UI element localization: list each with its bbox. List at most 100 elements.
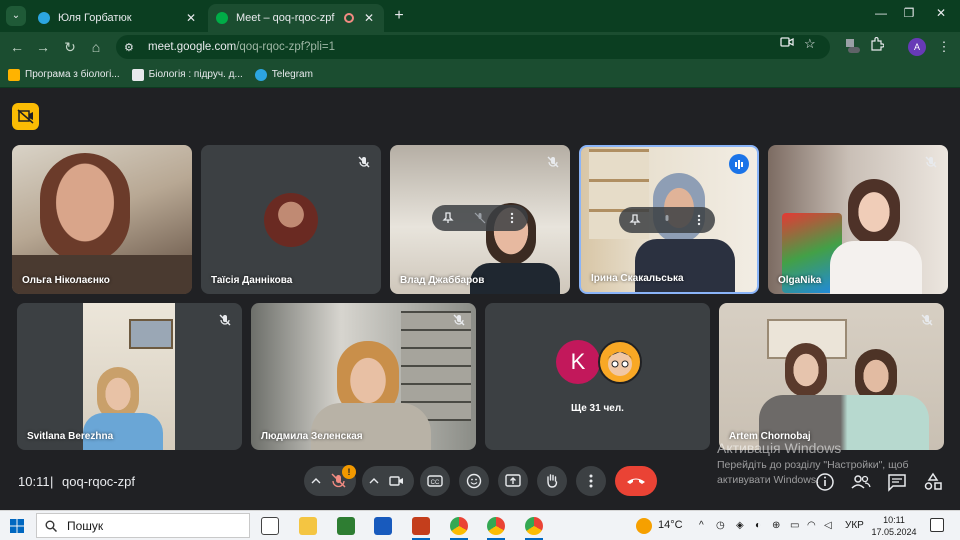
participant-tile[interactable]: Таїсія Даннікова (201, 145, 381, 294)
tray-app-icon[interactable]: ⊕ (772, 520, 780, 531)
bookmark-item[interactable]: Програма з біологі... (8, 68, 120, 81)
language-indicator[interactable]: УКР (845, 520, 864, 531)
svg-text:CC: CC (431, 480, 440, 486)
participant-tile[interactable]: OlgaNika (768, 145, 948, 294)
tray-app-icon[interactable]: ◐ (755, 520, 761, 531)
tab-search-button[interactable]: ⌄ (6, 6, 26, 26)
address-bar[interactable]: ⚙ meet.google.com/qoq-rqoc-zpf?pli=1 (116, 35, 830, 59)
page-icon (131, 68, 144, 81)
more-options-icon[interactable] (506, 212, 518, 224)
tab-meet[interactable]: Meet – qoq-rqoc-zpf ✕ (208, 4, 384, 32)
participant-name: OlgaNika (778, 275, 822, 286)
bookmark-label: Програма з біологі... (25, 69, 120, 80)
clock-date: 17.05.2024 (871, 527, 917, 537)
back-button[interactable]: ← (7, 37, 27, 57)
windows-start-icon[interactable] (10, 519, 24, 533)
chevron-up-icon[interactable]: ^ (699, 520, 704, 531)
emoji-reactions-button[interactable] (459, 466, 489, 496)
bookmark-star-icon[interactable]: ☆ (804, 36, 816, 52)
close-tab-icon[interactable]: ✕ (362, 11, 376, 25)
more-options-icon[interactable] (693, 214, 705, 226)
file-explorer-icon[interactable] (299, 517, 317, 535)
participant-tile[interactable]: Ольга Ніколаєнко (12, 145, 192, 294)
participant-name: Svitlana Berezhna (27, 431, 114, 442)
mic-icon[interactable] (661, 214, 673, 226)
watermark-line: активувати Windows. (717, 474, 819, 486)
bookmark-item[interactable]: Telegram (254, 68, 313, 81)
task-view-icon[interactable] (261, 517, 279, 535)
meeting-clock: 10:11 (18, 474, 50, 489)
tab-title: Meet – qoq-rqoc-zpf (236, 12, 335, 24)
bookmark-item[interactable]: Біологія : підруч. д... (131, 68, 243, 81)
mic-off-icon (925, 156, 937, 168)
tray-app-icon[interactable]: ◷ (716, 520, 725, 531)
camera-off-indicator-button[interactable] (12, 103, 39, 130)
close-tab-icon[interactable]: ✕ (184, 11, 198, 25)
word-icon[interactable] (374, 517, 392, 535)
more-participants-label: Ще 31 чел. (571, 403, 624, 414)
pin-icon[interactable] (442, 212, 454, 224)
weather-icon[interactable] (636, 518, 652, 534)
app-icon[interactable] (337, 517, 355, 535)
participant-tile[interactable]: Artem Chornobaj (719, 303, 944, 450)
more-participants-avatars: K (556, 340, 646, 388)
telegram-icon (254, 68, 267, 81)
tray-app-icon[interactable]: ◈ (736, 520, 744, 531)
extensions-icon[interactable] (867, 36, 887, 57)
chrome-icon[interactable] (487, 517, 505, 535)
speaking-indicator-icon (729, 154, 749, 174)
notifications-icon[interactable] (930, 518, 944, 532)
avatar (598, 340, 642, 384)
chrome-icon[interactable] (450, 517, 468, 535)
mic-off-icon (358, 156, 370, 168)
camera-control-button[interactable] (362, 466, 414, 496)
site-info-icon[interactable]: ⚙ (124, 41, 138, 54)
weather-temperature[interactable]: 14°C (658, 519, 683, 531)
browser-menu-icon[interactable]: ⋮ (934, 37, 954, 57)
mic-off-icon[interactable] (474, 212, 486, 224)
extension-off-icon[interactable] (842, 37, 862, 57)
participant-name: Таїсія Даннікова (211, 275, 293, 286)
wifi-icon[interactable]: ◠ (807, 520, 816, 531)
participant-tile[interactable]: Svitlana Berezhna (17, 303, 242, 450)
profile-avatar[interactable]: A (908, 38, 926, 56)
raise-hand-button[interactable] (537, 466, 567, 496)
more-options-button[interactable] (576, 466, 606, 496)
forward-button[interactable]: → (33, 37, 53, 57)
chrome-icon[interactable] (525, 517, 543, 535)
volume-icon[interactable]: ◁ (824, 520, 832, 531)
bookmark-label: Біологія : підруч. д... (148, 69, 243, 80)
meet-icon (216, 12, 228, 24)
battery-icon[interactable]: ▭ (790, 520, 799, 531)
participant-tile[interactable]: Ірина Скакальська (579, 145, 759, 294)
pin-icon[interactable] (629, 214, 641, 226)
participant-tile[interactable]: Людмила Зеленская (251, 303, 476, 450)
close-window-button[interactable]: ✕ (926, 6, 956, 20)
activities-icon[interactable] (922, 471, 944, 493)
tile-hover-controls (432, 205, 528, 231)
search-label: Пошук (67, 518, 104, 533)
present-screen-button[interactable] (498, 466, 528, 496)
more-participants-tile[interactable]: K Ще 31 чел. (485, 303, 710, 450)
bookmarks-bar: Програма з біологі... Біологія : підруч.… (0, 62, 960, 88)
powerpoint-icon[interactable] (412, 517, 430, 535)
taskbar-search[interactable]: Пошук (36, 513, 250, 538)
minimize-button[interactable]: — (866, 6, 896, 20)
home-button[interactable]: ⌂ (86, 37, 106, 57)
bookmark-icon (8, 68, 20, 81)
windows-activation-watermark: Активація Windows Перейдіть до розділу "… (717, 440, 909, 488)
reload-button[interactable]: ↻ (60, 37, 80, 57)
leave-call-button[interactable] (615, 466, 657, 496)
tab-telegram[interactable]: Юля Горбатюк ✕ (30, 4, 206, 32)
recording-indicator-icon (344, 13, 354, 23)
captions-button[interactable]: CC (420, 466, 450, 496)
participant-tile[interactable]: Влад Джаббаров (390, 145, 570, 294)
meet-stage: Ольга Ніколаєнко Таїсія Даннікова Влад Д… (0, 90, 960, 510)
participant-video (785, 343, 827, 397)
taskbar-clock[interactable]: 10:11 17.05.2024 (864, 514, 924, 538)
camera-indicator-icon[interactable] (780, 36, 794, 51)
telegram-icon (38, 12, 50, 24)
participant-video (635, 239, 735, 292)
new-tab-button[interactable]: + (390, 6, 408, 26)
restore-button[interactable]: ❐ (894, 6, 924, 20)
